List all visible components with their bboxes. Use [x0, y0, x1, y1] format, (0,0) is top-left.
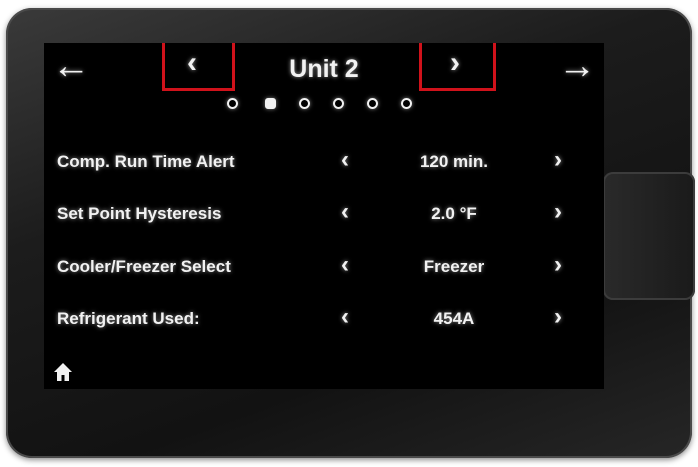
setting-value: Freezer [423, 257, 485, 276]
chevron-left-icon[interactable]: ‹ [341, 200, 349, 224]
page-title: Unit 2 [289, 55, 359, 83]
setting-row-set-point-hysteresis: Set Point Hysteresis ‹ 2.0 °F › [44, 200, 604, 230]
page-dot[interactable] [299, 98, 310, 109]
chevron-left-icon[interactable]: ‹ [341, 148, 349, 172]
page-dot[interactable] [227, 98, 238, 109]
chevron-right-icon[interactable]: › [450, 48, 460, 78]
setting-row-cooler-freezer-select: Cooler/Freezer Select ‹ Freezer › [44, 253, 604, 283]
setting-label: Comp. Run Time Alert [57, 152, 235, 171]
chevron-left-icon[interactable]: ‹ [341, 305, 349, 329]
home-icon[interactable] [52, 361, 74, 383]
setting-row-comp-run-time-alert: Comp. Run Time Alert ‹ 120 min. › [44, 148, 604, 178]
device-side-tab [603, 172, 695, 300]
chevron-right-icon[interactable]: › [554, 148, 562, 172]
setting-label: Refrigerant Used: [57, 309, 200, 328]
setting-value: 454A [433, 309, 475, 328]
setting-row-refrigerant-used: Refrigerant Used: ‹ 454A › [44, 305, 604, 335]
setting-label: Set Point Hysteresis [57, 204, 222, 223]
page-dot[interactable] [367, 98, 378, 109]
chevron-right-icon[interactable]: › [554, 200, 562, 224]
page-dot-active[interactable] [265, 98, 276, 109]
chevron-right-icon[interactable]: › [554, 253, 562, 277]
chevron-right-icon[interactable]: › [554, 305, 562, 329]
touch-screen: ← → ‹ Unit 2 › Comp. Run Time Alert ‹ 12… [44, 43, 604, 389]
setting-label: Cooler/Freezer Select [57, 257, 231, 276]
setting-value: 120 min. [419, 152, 489, 171]
page-dot[interactable] [333, 98, 344, 109]
setting-value: 2.0 °F [431, 204, 477, 223]
chevron-left-icon[interactable]: ‹ [341, 253, 349, 277]
page-dot[interactable] [401, 98, 412, 109]
